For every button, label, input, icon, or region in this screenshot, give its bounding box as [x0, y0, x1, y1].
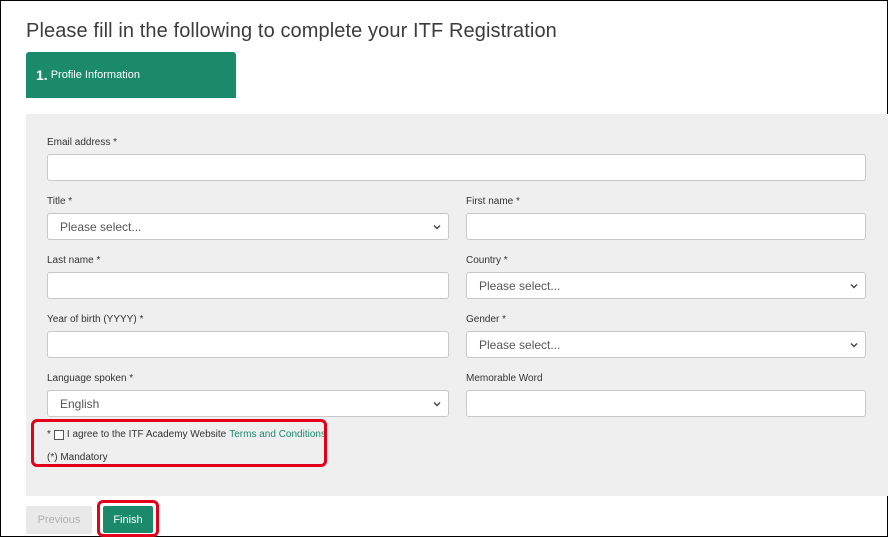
- memorable-word-field[interactable]: [466, 390, 866, 417]
- country-select-value: Please select...: [479, 278, 561, 293]
- last-name-field[interactable]: [47, 272, 449, 299]
- consent-highlight-box: [31, 419, 327, 467]
- language-select[interactable]: English: [47, 390, 449, 417]
- step-label: Profile Information: [50, 69, 140, 81]
- email-field[interactable]: [47, 154, 866, 181]
- chevron-down-icon: [850, 284, 858, 289]
- year-of-birth-label: Year of birth (YYYY) *: [47, 314, 144, 325]
- gender-select[interactable]: Please select...: [466, 331, 866, 358]
- first-name-label: First name *: [466, 196, 520, 207]
- country-label: Country *: [466, 255, 508, 266]
- page-title: Please fill in the following to complete…: [26, 20, 557, 42]
- chevron-down-icon: [850, 343, 858, 348]
- gender-select-value: Please select...: [479, 337, 561, 352]
- chevron-down-icon: [433, 225, 441, 230]
- step-number: 1.: [36, 67, 48, 83]
- previous-button[interactable]: Previous: [26, 506, 92, 534]
- language-label: Language spoken *: [47, 373, 134, 384]
- last-name-label: Last name *: [47, 255, 101, 266]
- first-name-field[interactable]: [466, 213, 866, 240]
- title-label: Title *: [47, 196, 73, 207]
- gender-label: Gender *: [466, 314, 507, 325]
- finish-highlight-box: [97, 500, 159, 537]
- title-select[interactable]: Please select...: [47, 213, 449, 240]
- tab-profile-information[interactable]: 1. Profile Information: [26, 52, 236, 98]
- year-of-birth-field[interactable]: [47, 331, 449, 358]
- language-select-value: English: [60, 396, 100, 411]
- chevron-down-icon: [433, 402, 441, 407]
- email-label: Email address *: [47, 137, 118, 148]
- title-select-value: Please select...: [60, 219, 142, 234]
- country-select[interactable]: Please select...: [466, 272, 866, 299]
- memorable-word-label: Memorable Word: [466, 373, 543, 384]
